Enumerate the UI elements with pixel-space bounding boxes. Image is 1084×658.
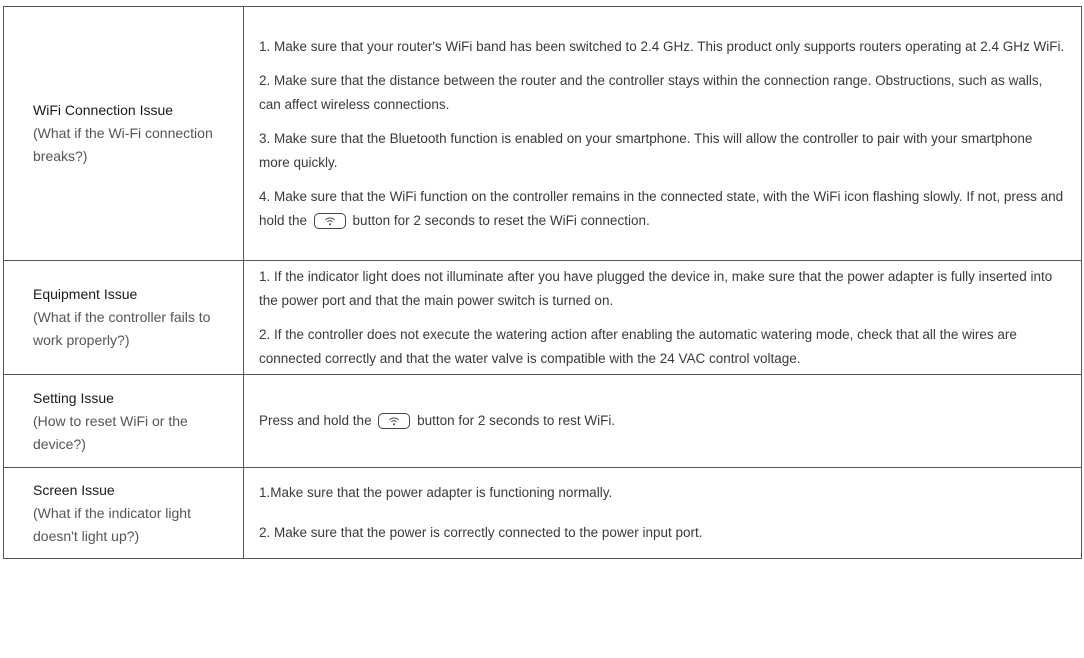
answer-step: 1. Make sure that your router's WiFi ban… xyxy=(259,38,1065,54)
answer-step: 1. If the indicator light does not illum… xyxy=(259,268,1053,308)
answer-text: Press and hold the xyxy=(259,413,376,428)
table-row-setting: Setting Issue (How to reset WiFi or the … xyxy=(3,374,1082,468)
issue-cell: Setting Issue (How to reset WiFi or the … xyxy=(3,374,244,468)
wifi-button-icon xyxy=(313,212,346,229)
answer-cell: 1.Make sure that the power adapter is fu… xyxy=(243,467,1082,559)
issue-question: (How to reset WiFi or the device?) xyxy=(33,412,188,452)
wifi-button-icon xyxy=(378,413,411,429)
table-row-equipment: Equipment Issue (What if the controller … xyxy=(3,260,1082,375)
answer-text: button for 2 seconds to rest WiFi. xyxy=(413,413,616,428)
issue-title: Setting Issue xyxy=(33,389,114,406)
answer-step: 2. If the controller does not execute th… xyxy=(259,326,1017,366)
issue-title: Equipment Issue xyxy=(33,286,138,302)
answer-text: button for 2 seconds to reset the WiFi c… xyxy=(348,212,650,228)
issue-cell: Equipment Issue (What if the controller … xyxy=(3,260,244,375)
issue-question: (What if the controller fails to work pr… xyxy=(33,309,211,348)
answer-step: Press and hold the button for 2 seconds … xyxy=(259,409,1065,433)
answer-cell: 1. Make sure that your router's WiFi ban… xyxy=(243,6,1082,261)
issue-title: Screen Issue xyxy=(33,481,115,498)
answer-cell: 1. If the indicator light does not illum… xyxy=(243,260,1082,375)
issue-question: (What if the Wi-Fi connection breaks?) xyxy=(33,125,213,164)
issue-cell: Screen Issue (What if the indicator ligh… xyxy=(3,467,244,559)
answer-cell: Press and hold the button for 2 seconds … xyxy=(243,374,1082,468)
answer-step: 4. Make sure that the WiFi function on t… xyxy=(259,185,1065,233)
troubleshooting-table: WiFi Connection Issue (What if the Wi-Fi… xyxy=(3,6,1082,559)
issue-question: (What if the indicator light doesn't lig… xyxy=(33,504,191,544)
answer-step: 3. Make sure that the Bluetooth function… xyxy=(259,130,1033,170)
answer-step: 2. Make sure that the distance between t… xyxy=(259,72,1043,112)
answer-step: 2. Make sure that the power is correctly… xyxy=(259,525,703,540)
table-row-screen: Screen Issue (What if the indicator ligh… xyxy=(3,467,1082,559)
issue-cell: WiFi Connection Issue (What if the Wi-Fi… xyxy=(3,6,244,261)
issue-title: WiFi Connection Issue xyxy=(33,102,174,118)
table-row-wifi: WiFi Connection Issue (What if the Wi-Fi… xyxy=(3,6,1082,261)
answer-step: 1.Make sure that the power adapter is fu… xyxy=(259,485,613,500)
